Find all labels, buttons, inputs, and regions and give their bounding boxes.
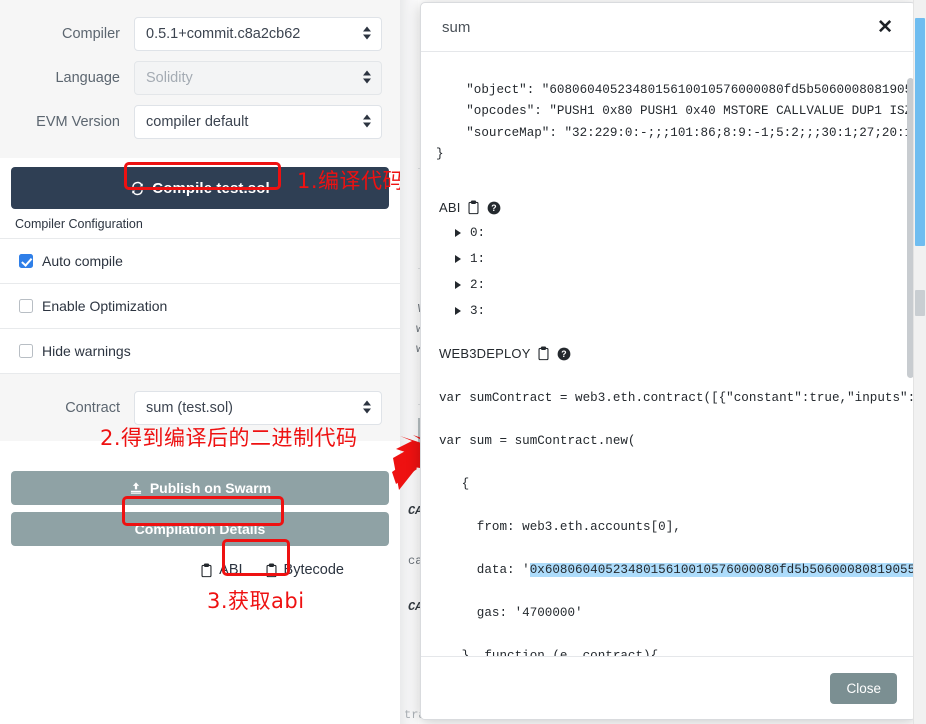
svg-text:?: ? <box>491 203 497 213</box>
abi-section-title: ABI <box>439 200 461 215</box>
code-line: { <box>439 476 470 491</box>
abi-entry[interactable]: 2: <box>421 272 915 298</box>
upload-icon <box>129 481 143 495</box>
close-icon[interactable]: ✕ <box>873 16 897 39</box>
hide-warnings-row[interactable]: Hide warnings <box>0 329 400 374</box>
abi-entry-label: 2: <box>470 278 486 292</box>
panel-divider-shade <box>400 0 418 724</box>
chevron-right-icon <box>455 229 461 237</box>
close-button[interactable]: Close <box>830 672 897 704</box>
evm-version-row: EVM Version compiler default <box>0 100 400 144</box>
language-select[interactable]: Solidity <box>134 61 382 95</box>
evm-version-select-wrap[interactable]: compiler default <box>134 105 382 139</box>
contract-select-wrap[interactable]: sum (test.sol) <box>134 391 382 425</box>
app-root: W w w CA ca CA N transaction cost Compil… <box>0 0 926 724</box>
copy-buttons-row: ABI Bytecode <box>0 553 400 578</box>
compilation-details-button[interactable]: Compilation Details <box>11 512 389 546</box>
auto-compile-label: Auto compile <box>42 253 123 269</box>
modal-header: sum ✕ <box>421 3 915 52</box>
chevron-right-icon <box>455 281 461 289</box>
code-line: var sumContract = web3.eth.contract([{"c… <box>439 390 915 405</box>
compiler-version-select-wrap[interactable]: 0.5.1+commit.c8a2cb62 <box>134 17 382 51</box>
copy-bytecode-label: Bytecode <box>283 562 344 578</box>
language-label: Language <box>55 70 120 86</box>
contract-label: Contract <box>65 400 120 416</box>
abi-section-header: ABI ? <box>421 187 915 220</box>
bytecode-highlight[interactable]: 0x6080604052348015610010576000080fd5b506… <box>529 562 915 577</box>
window-scrollbar[interactable] <box>913 0 926 724</box>
json-line: "object": "60806040523480156100105760000… <box>436 82 915 97</box>
abi-entry[interactable]: 3: <box>421 298 915 324</box>
compiler-version-row: Compiler 0.5.1+commit.c8a2cb62 <box>0 12 400 56</box>
abi-entry-label: 0: <box>470 226 486 240</box>
json-line: "opcodes": "PUSH1 0x80 PUSH1 0x40 MSTORE… <box>436 104 915 118</box>
abi-entry[interactable]: 1: <box>421 246 915 272</box>
evm-version-select[interactable]: compiler default <box>134 105 382 139</box>
json-line: "sourceMap": "32:229:0:-;;;101:86;8:9:-1… <box>436 125 915 140</box>
copy-abi-button[interactable]: ABI <box>200 562 243 578</box>
enable-optimization-label: Enable Optimization <box>42 298 168 314</box>
clipboard-icon[interactable] <box>537 346 550 361</box>
svg-text:?: ? <box>561 349 567 359</box>
window-scrollbar-thumb[interactable] <box>915 18 925 246</box>
json-line: } <box>436 147 444 161</box>
clipboard-icon <box>200 562 213 578</box>
help-icon[interactable]: ? <box>557 347 571 361</box>
annotation-step2: 2.得到编译后的二进制代码 <box>100 426 358 450</box>
web3deploy-section-header: WEB3DEPLOY ? <box>421 324 915 366</box>
code-line-data: data: '0x6080604052348015610010576000080… <box>439 560 915 582</box>
code-line: gas: '4700000' <box>439 605 583 620</box>
modal-footer: Close <box>421 656 915 719</box>
code-line: var sum = sumContract.new( <box>439 433 636 448</box>
refresh-icon <box>130 181 145 196</box>
annotation-step1: 1.编译代码 <box>297 169 400 193</box>
evm-version-label: EVM Version <box>36 114 120 130</box>
compilation-details-label: Compilation Details <box>134 521 266 537</box>
auto-compile-row[interactable]: Auto compile <box>0 239 400 284</box>
chevron-right-icon <box>455 307 461 315</box>
web3deploy-code: var sumContract = web3.eth.contract([{"c… <box>421 366 915 656</box>
language-select-wrap[interactable]: Solidity <box>134 61 382 95</box>
web3deploy-section-title: WEB3DEPLOY <box>439 346 531 361</box>
code-line: }, function (e, contract){ <box>439 648 659 657</box>
abi-entry[interactable]: 0: <box>421 220 915 246</box>
modal-body: "object": "60806040523480156100105760000… <box>421 52 915 656</box>
compilation-details-modal: sum ✕ "object": "60806040523480156100105… <box>420 2 916 720</box>
compiler-settings-block: Compiler 0.5.1+commit.c8a2cb62 Language … <box>0 0 400 158</box>
publish-on-swarm-button[interactable]: Publish on Swarm <box>11 471 389 505</box>
window-scrollbar-thumb-secondary[interactable] <box>915 290 925 316</box>
copy-bytecode-button[interactable]: Bytecode <box>265 562 344 578</box>
publish-on-swarm-label: Publish on Swarm <box>149 480 272 496</box>
contract-select[interactable]: sum (test.sol) <box>134 391 382 425</box>
compile-button-label: Compile test.sol <box>152 179 270 197</box>
clipboard-icon <box>265 562 278 578</box>
abi-entry-label: 3: <box>470 304 486 318</box>
bytecode-json-block: "object": "60806040523480156100105760000… <box>421 52 915 187</box>
compiler-version-select[interactable]: 0.5.1+commit.c8a2cb62 <box>134 17 382 51</box>
solidity-compiler-panel: Compiler 0.5.1+commit.c8a2cb62 Language … <box>0 0 400 724</box>
language-row: Language Solidity <box>0 56 400 100</box>
help-icon[interactable]: ? <box>487 201 501 215</box>
modal-title: sum <box>442 18 471 36</box>
enable-optimization-checkbox[interactable] <box>19 299 33 313</box>
abi-entry-label: 1: <box>470 252 486 266</box>
code-line-data-prefix: data: ' <box>439 562 530 577</box>
compiler-configuration-title: Compiler Configuration <box>0 209 400 239</box>
hide-warnings-checkbox[interactable] <box>19 344 33 358</box>
clipboard-icon[interactable] <box>467 200 480 215</box>
auto-compile-checkbox[interactable] <box>19 254 33 268</box>
annotation-step3: 3.获取abi <box>207 589 305 613</box>
enable-optimization-row[interactable]: Enable Optimization <box>0 284 400 329</box>
compiler-version-label: Compiler <box>61 26 120 42</box>
code-line: from: web3.eth.accounts[0], <box>439 519 681 534</box>
hide-warnings-label: Hide warnings <box>42 343 131 359</box>
copy-abi-label: ABI <box>219 562 243 578</box>
chevron-right-icon <box>455 255 461 263</box>
